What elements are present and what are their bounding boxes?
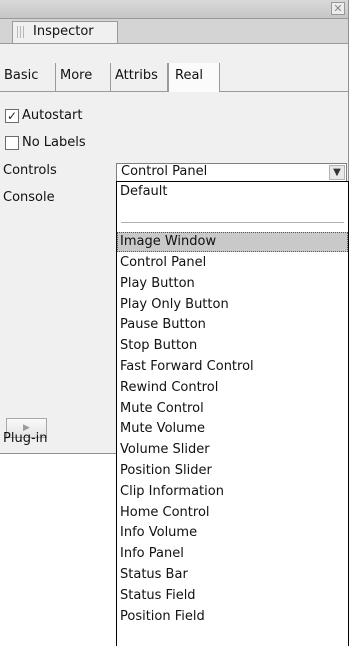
tab-basic[interactable]: Basic	[0, 63, 56, 91]
tab-attribs[interactable]: Attribs	[111, 63, 168, 91]
dropdown-option[interactable]: Mute Control	[117, 399, 348, 419]
no-labels-checkbox[interactable]	[5, 136, 19, 150]
chevron-down-icon[interactable]: ▼	[329, 165, 345, 180]
dropdown-option[interactable]: Stop Button	[117, 336, 348, 356]
dropdown-option[interactable]: Control Panel	[117, 253, 348, 273]
dropdown-option[interactable]: Status Bar	[117, 565, 348, 585]
grip-icon	[17, 26, 25, 38]
dropdown-option-default[interactable]: Default	[117, 182, 348, 202]
tab-attribs-label: Attribs	[115, 68, 158, 83]
dropdown-option[interactable]: Position Field	[117, 607, 348, 627]
controls-select-value: Control Panel	[121, 164, 208, 179]
dropdown-option[interactable]: Info Panel	[117, 544, 348, 564]
panel-tab-strip: Inspector	[0, 19, 348, 44]
dropdown-option[interactable]: Position Slider	[117, 461, 348, 481]
inspector-tab-label: Inspector	[33, 24, 94, 39]
dropdown-option[interactable]: Clip Information	[117, 482, 348, 502]
panel-titlebar: ✕	[0, 0, 348, 19]
dropdown-option[interactable]: Volume Slider	[117, 440, 348, 460]
tab-basic-label: Basic	[4, 68, 39, 83]
controls-label: Controls	[3, 163, 57, 178]
dropdown-option[interactable]: Rewind Control	[117, 378, 348, 398]
dropdown-option[interactable]: Play Only Button	[117, 295, 348, 315]
no-labels-label: No Labels	[22, 135, 86, 150]
dropdown-option[interactable]: Home Control	[117, 503, 348, 523]
dropdown-option[interactable]: Status Field	[117, 586, 348, 606]
inspector-panel-tab[interactable]: Inspector	[12, 21, 118, 43]
dropdown-option[interactable]: Fast Forward Control	[117, 357, 348, 377]
close-icon: ✕	[333, 2, 343, 15]
tab-more[interactable]: More	[56, 63, 111, 91]
controls-dropdown-list: Default Image Window Control Panel Play B…	[116, 181, 349, 646]
dropdown-option[interactable]: Mute Volume	[117, 419, 348, 439]
dropdown-option-selected[interactable]: Image Window	[117, 232, 348, 252]
close-button[interactable]: ✕	[331, 2, 345, 15]
controls-select[interactable]: Control Panel ▼	[116, 163, 347, 182]
autostart-checkbox[interactable]: ✓	[5, 109, 19, 123]
autostart-label: Autostart	[22, 108, 83, 123]
tab-real-label: Real	[175, 68, 204, 83]
dropdown-option[interactable]: Play Button	[117, 274, 348, 294]
tab-real[interactable]: Real	[168, 63, 220, 92]
tab-more-label: More	[60, 68, 93, 83]
dropdown-option[interactable]: Pause Button	[117, 315, 348, 335]
dropdown-option[interactable]: Info Volume	[117, 523, 348, 543]
inspector-tabs: Basic More Attribs Real	[0, 63, 348, 92]
console-label: Console	[3, 190, 55, 205]
dropdown-separator	[121, 222, 344, 223]
plugin-label: Plug-in	[3, 431, 48, 446]
